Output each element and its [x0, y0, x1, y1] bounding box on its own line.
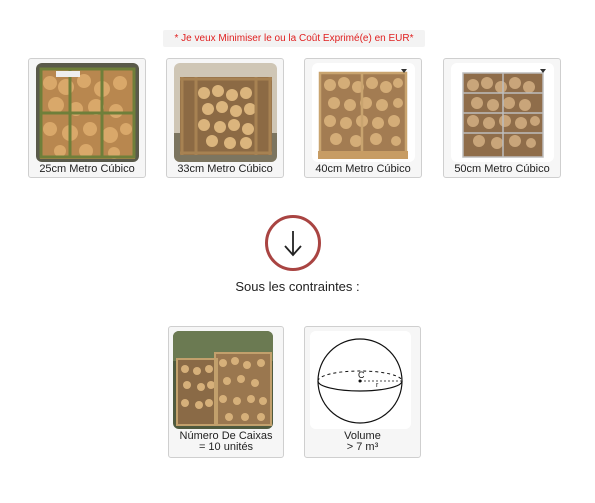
option-card-33cm[interactable]: 33cm Metro Cúbico — [166, 58, 284, 178]
constraint-card-boxes: Número De Caixas = 10 unités — [168, 326, 284, 458]
constraint-volume-label: Volume > 7 m³ — [305, 431, 420, 453]
constraint-boxes-label: Número De Caixas = 10 unités — [169, 431, 283, 453]
constraint-boxes-value: = 10 unités — [198, 441, 254, 453]
firewood-crate-40cm-image — [312, 63, 415, 162]
option-label-40cm: 40cm Metro Cúbico — [315, 163, 411, 175]
constraints-title: Sous les contraintes : — [235, 279, 360, 294]
option-label-33cm: 33cm Metro Cúbico — [177, 163, 273, 175]
firewood-boxes-image — [173, 331, 273, 429]
constraint-volume-value: > 7 m³ — [346, 441, 379, 453]
firewood-crate-50cm-image — [451, 63, 554, 162]
constraint-card-volume: C r Volume > 7 m³ — [304, 326, 421, 458]
arrow-down-icon — [265, 215, 321, 271]
option-card-25cm[interactable]: 25cm Metro Cúbico — [28, 58, 146, 178]
option-card-40cm[interactable]: 40cm Metro Cúbico — [304, 58, 422, 178]
sphere-center-label: C — [358, 370, 365, 380]
option-label-25cm: 25cm Metro Cúbico — [39, 163, 135, 175]
option-card-50cm[interactable]: 50cm Metro Cúbico — [443, 58, 561, 178]
firewood-crate-33cm-image — [174, 63, 277, 162]
firewood-crate-25cm-image — [36, 63, 139, 162]
objective-banner: * Je veux Minimiser le ou la Coût Exprim… — [163, 30, 425, 47]
option-label-50cm: 50cm Metro Cúbico — [454, 163, 550, 175]
sphere-volume-image: C r — [310, 331, 411, 429]
